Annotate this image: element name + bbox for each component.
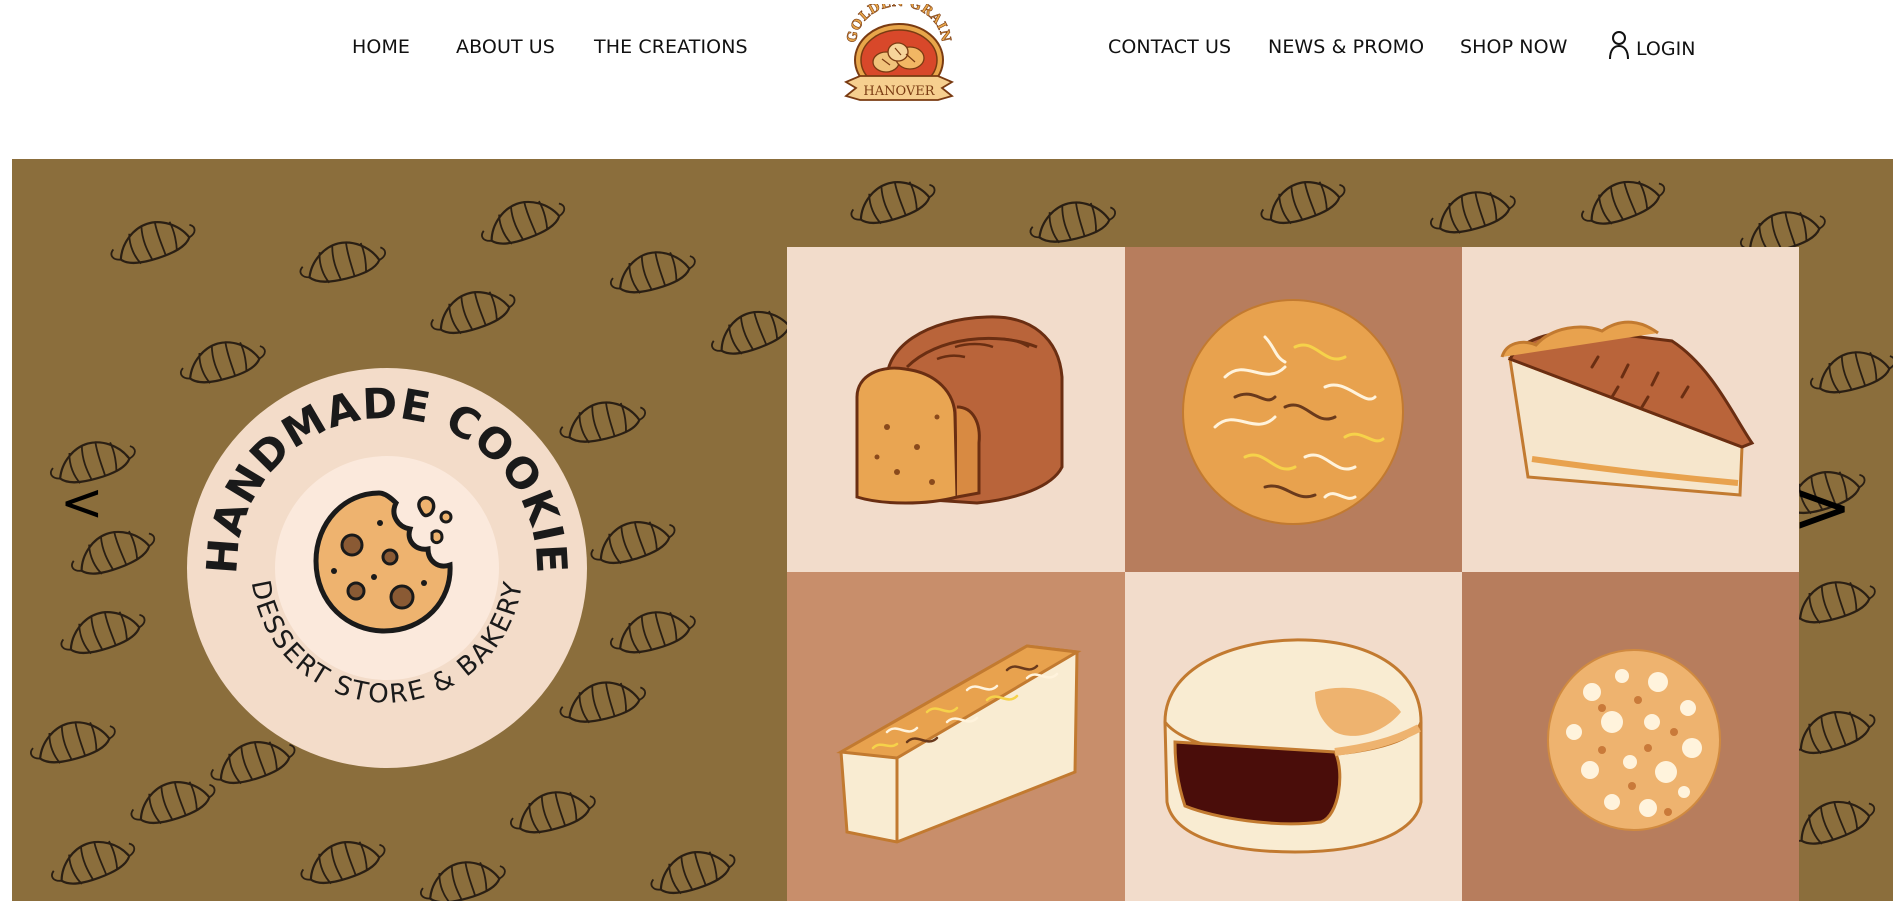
login-button[interactable]: LOGIN <box>1608 30 1695 60</box>
croissant-pattern-icon <box>704 297 801 364</box>
croissant-pattern-icon <box>1784 787 1881 854</box>
user-icon <box>1609 31 1629 60</box>
coconut-bun-icon <box>1182 299 1404 525</box>
croissant-pattern-icon <box>644 839 741 901</box>
croissant-pattern-icon <box>1024 191 1121 251</box>
croissant-pattern-icon <box>1424 180 1521 242</box>
bread-loaf-icon <box>855 315 1064 505</box>
handmade-cookie-badge: HANDMADE COOKIE DESSERT STORE & BAKERY <box>187 368 587 768</box>
product-gallery <box>787 247 1799 901</box>
croissant-pattern-icon <box>604 240 701 302</box>
nav-the-creations-link[interactable]: THE CREATIONS <box>594 36 748 58</box>
croissant-pattern-icon <box>124 769 221 833</box>
filled-pastry-icon <box>1163 638 1423 854</box>
nav-news-promo-link[interactable]: NEWS & PROMO <box>1268 36 1424 58</box>
croissant-pattern-icon <box>54 599 151 663</box>
croissant-pattern-icon <box>1254 169 1351 233</box>
croissant-pattern-icon <box>104 209 201 273</box>
sugar-cookie-icon <box>1547 649 1721 831</box>
croissant-pattern-icon <box>414 850 511 901</box>
gallery-tile-bread-loaf[interactable] <box>787 247 1125 572</box>
nav-contact-us-link[interactable]: CONTACT US <box>1108 36 1231 58</box>
croissant-pattern-icon <box>24 710 121 772</box>
gallery-tile-filled-pastry[interactable] <box>1125 572 1462 901</box>
croissant-pattern-icon <box>44 827 141 894</box>
croissant-pattern-icon <box>1784 570 1881 632</box>
gallery-tile-sugar-cookie[interactable] <box>1462 572 1799 901</box>
hero-slider: HANDMADE COOKIE DESSERT STORE & BAKERY <… <box>12 159 1893 901</box>
nav-about-us-link[interactable]: ABOUT US <box>456 36 555 58</box>
pie-slice-icon <box>1500 320 1755 497</box>
cheese-bar-icon <box>836 644 1082 844</box>
logo-graphic: HANOVER GOLDEN GRAIN <box>844 0 954 101</box>
cookie-icon <box>313 490 453 634</box>
gallery-tile-coconut-bun[interactable] <box>1125 247 1462 572</box>
nav-shop-now-link[interactable]: SHOP NOW <box>1460 36 1568 58</box>
golden-grain-logo[interactable]: HANOVER GOLDEN GRAIN <box>838 0 960 108</box>
croissant-pattern-icon <box>604 600 701 662</box>
nav-home-link[interactable]: HOME <box>352 36 410 58</box>
croissant-pattern-icon <box>1804 340 1893 402</box>
croissant-pattern-icon <box>294 231 391 291</box>
gallery-tile-cheese-bar[interactable] <box>787 572 1125 901</box>
croissant-pattern-icon <box>584 509 681 573</box>
croissant-pattern-icon <box>504 780 601 842</box>
croissant-pattern-icon <box>294 829 391 893</box>
previous-slide-button[interactable]: < <box>60 477 104 529</box>
croissant-pattern-icon <box>474 187 571 254</box>
login-label: LOGIN <box>1636 38 1696 60</box>
croissant-pattern-icon <box>1784 699 1881 763</box>
next-slide-button[interactable]: > <box>1792 471 1852 543</box>
logo-banner-text: HANOVER <box>863 84 935 99</box>
gallery-tile-pie-slice[interactable] <box>1462 247 1799 572</box>
croissant-pattern-icon <box>424 279 521 343</box>
croissant-pattern-icon <box>844 169 941 233</box>
top-navigation: HOME ABOUT US THE CREATIONS HANOVER GOLD… <box>0 0 1893 158</box>
croissant-pattern-icon <box>1574 167 1671 234</box>
